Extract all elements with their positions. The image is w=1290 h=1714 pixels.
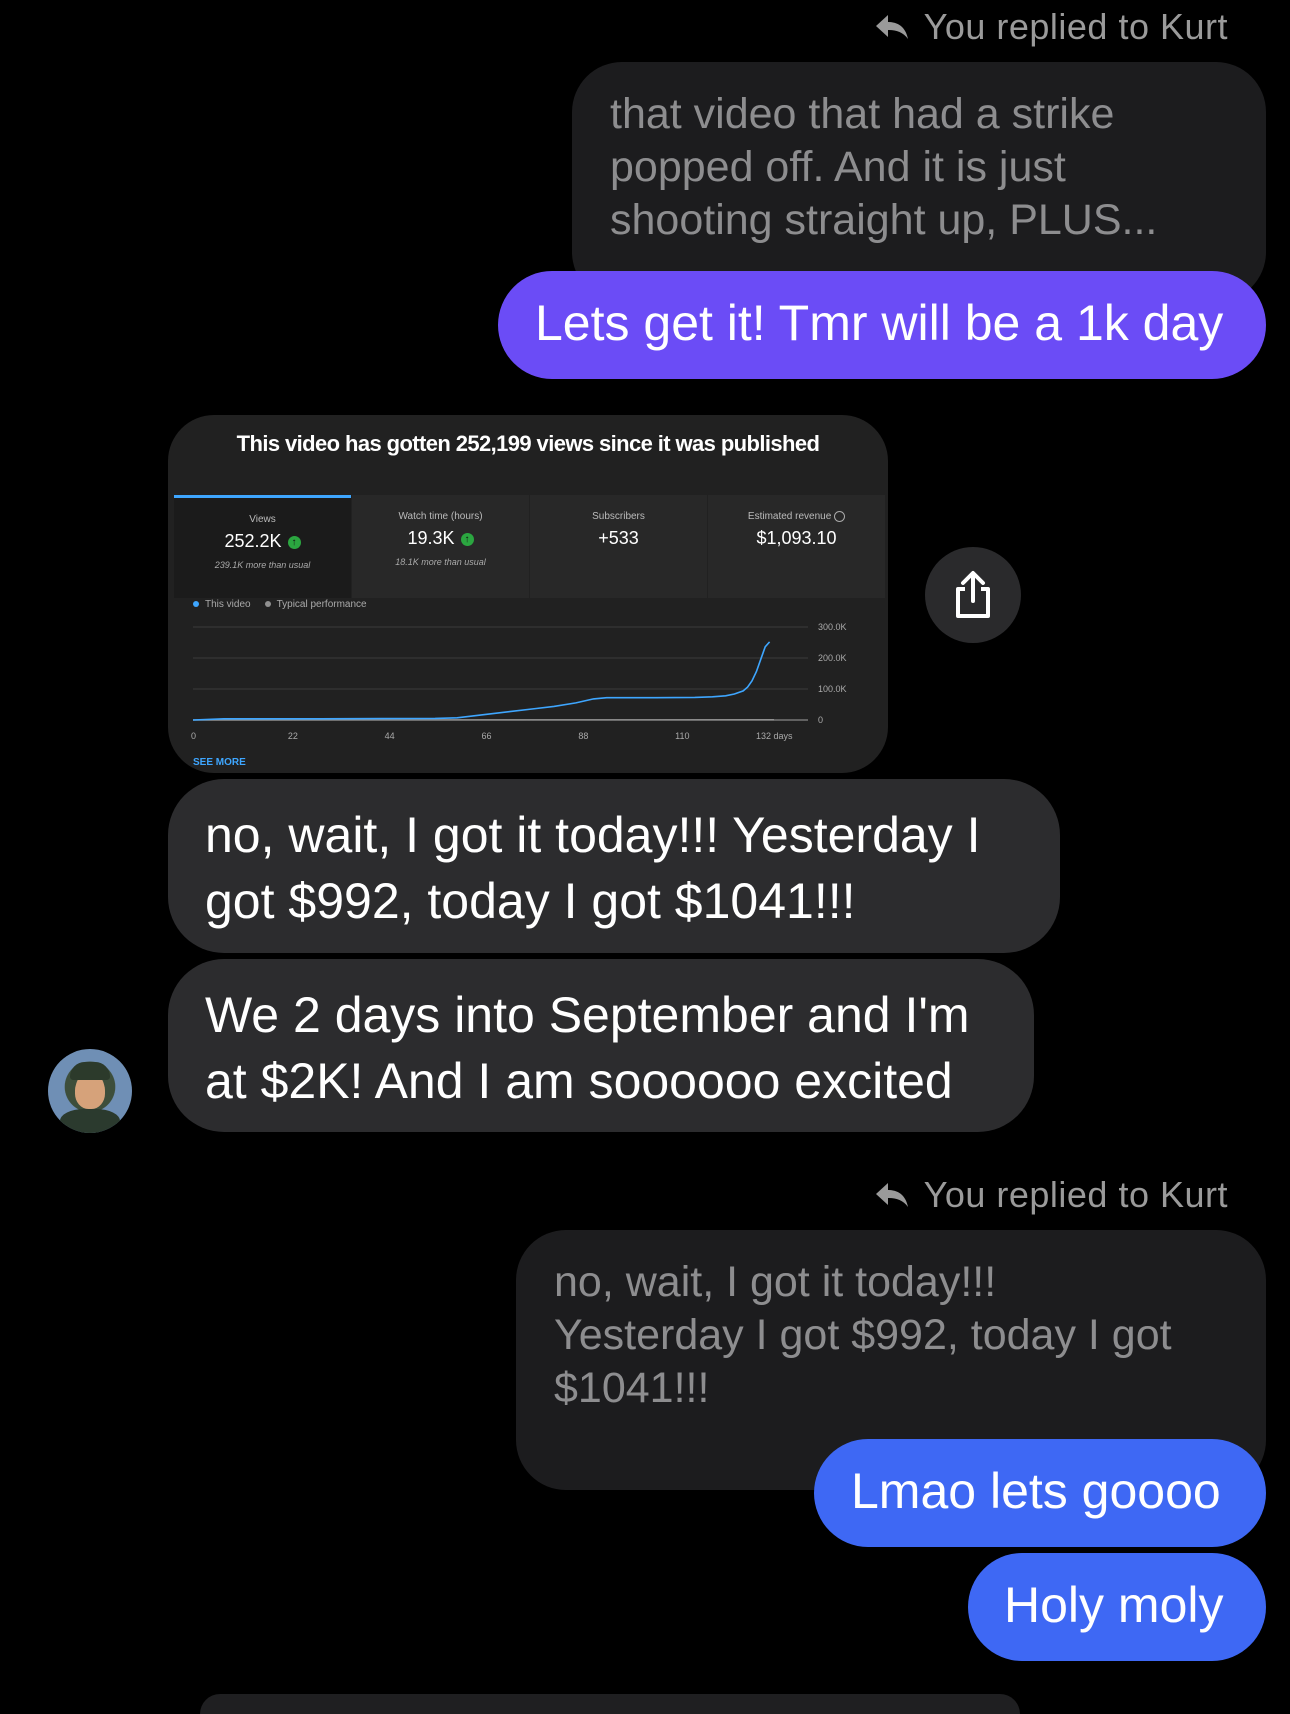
quoted-line: that video that had a strike xyxy=(610,88,1230,141)
reply-label-text: You replied to Kurt xyxy=(924,6,1228,48)
y-tick-label: 200.0K xyxy=(818,653,847,663)
quoted-line: shooting straight up, PLUS... xyxy=(610,194,1230,247)
x-tick-label: 0 xyxy=(191,731,196,741)
x-tick-label: 44 xyxy=(385,731,395,741)
reply-label: You replied to Kurt xyxy=(874,1174,1228,1216)
y-tick-label: 0 xyxy=(818,715,823,725)
share-icon xyxy=(951,570,995,620)
see-more-link[interactable]: SEE MORE xyxy=(193,757,246,768)
reply-arrow-icon xyxy=(874,1181,910,1209)
message-text: Lmao lets goooo xyxy=(851,1463,1221,1519)
message-text: We 2 days into September and I'm at $2K!… xyxy=(205,987,970,1109)
received-message[interactable]: no, wait, I got it today!!! Yesterday I … xyxy=(168,779,1060,953)
x-tick-label: 22 xyxy=(288,731,298,741)
message-text: no, wait, I got it today!!! Yesterday I … xyxy=(205,807,980,929)
message-text: Holy moly xyxy=(1004,1577,1223,1633)
sent-message[interactable]: Lets get it! Tmr will be a 1k day xyxy=(498,271,1266,379)
x-tick-label: 110 xyxy=(675,731,689,741)
sent-message[interactable]: Holy moly xyxy=(968,1553,1266,1661)
y-tick-label: 300.0K xyxy=(818,622,847,632)
x-tick-label: 132 days xyxy=(756,731,793,741)
x-tick-label: 88 xyxy=(578,731,588,741)
received-message[interactable]: We 2 days into September and I'm at $2K!… xyxy=(168,959,1034,1132)
shared-screenshot[interactable]: This video has gotten 252,199 views sinc… xyxy=(168,415,888,773)
reply-label-text: You replied to Kurt xyxy=(924,1174,1228,1216)
quoted-line: Yesterday I got $992, today I got xyxy=(554,1309,1230,1362)
avatar[interactable] xyxy=(48,1049,132,1133)
reply-arrow-icon xyxy=(874,13,910,41)
share-button[interactable] xyxy=(925,547,1021,643)
x-tick-label: 66 xyxy=(482,731,492,741)
quoted-line: no, wait, I got it today!!! xyxy=(554,1256,1230,1309)
message-text: Lets get it! Tmr will be a 1k day xyxy=(535,295,1223,351)
reply-label: You replied to Kurt xyxy=(874,6,1228,48)
y-tick-label: 100.0K xyxy=(818,684,847,694)
sent-message[interactable]: Lmao lets goooo xyxy=(814,1439,1266,1547)
series-line xyxy=(193,642,770,720)
partial-message xyxy=(200,1694,1020,1714)
views-line-chart: 300.0K 200.0K 100.0K 0 0 22 44 66 88 110 132 days xyxy=(168,415,888,773)
quoted-message[interactable]: that video that had a strike popped off.… xyxy=(572,62,1266,302)
quoted-line: $1041!!! xyxy=(554,1362,1230,1415)
quoted-line: popped off. And it is just xyxy=(610,141,1230,194)
